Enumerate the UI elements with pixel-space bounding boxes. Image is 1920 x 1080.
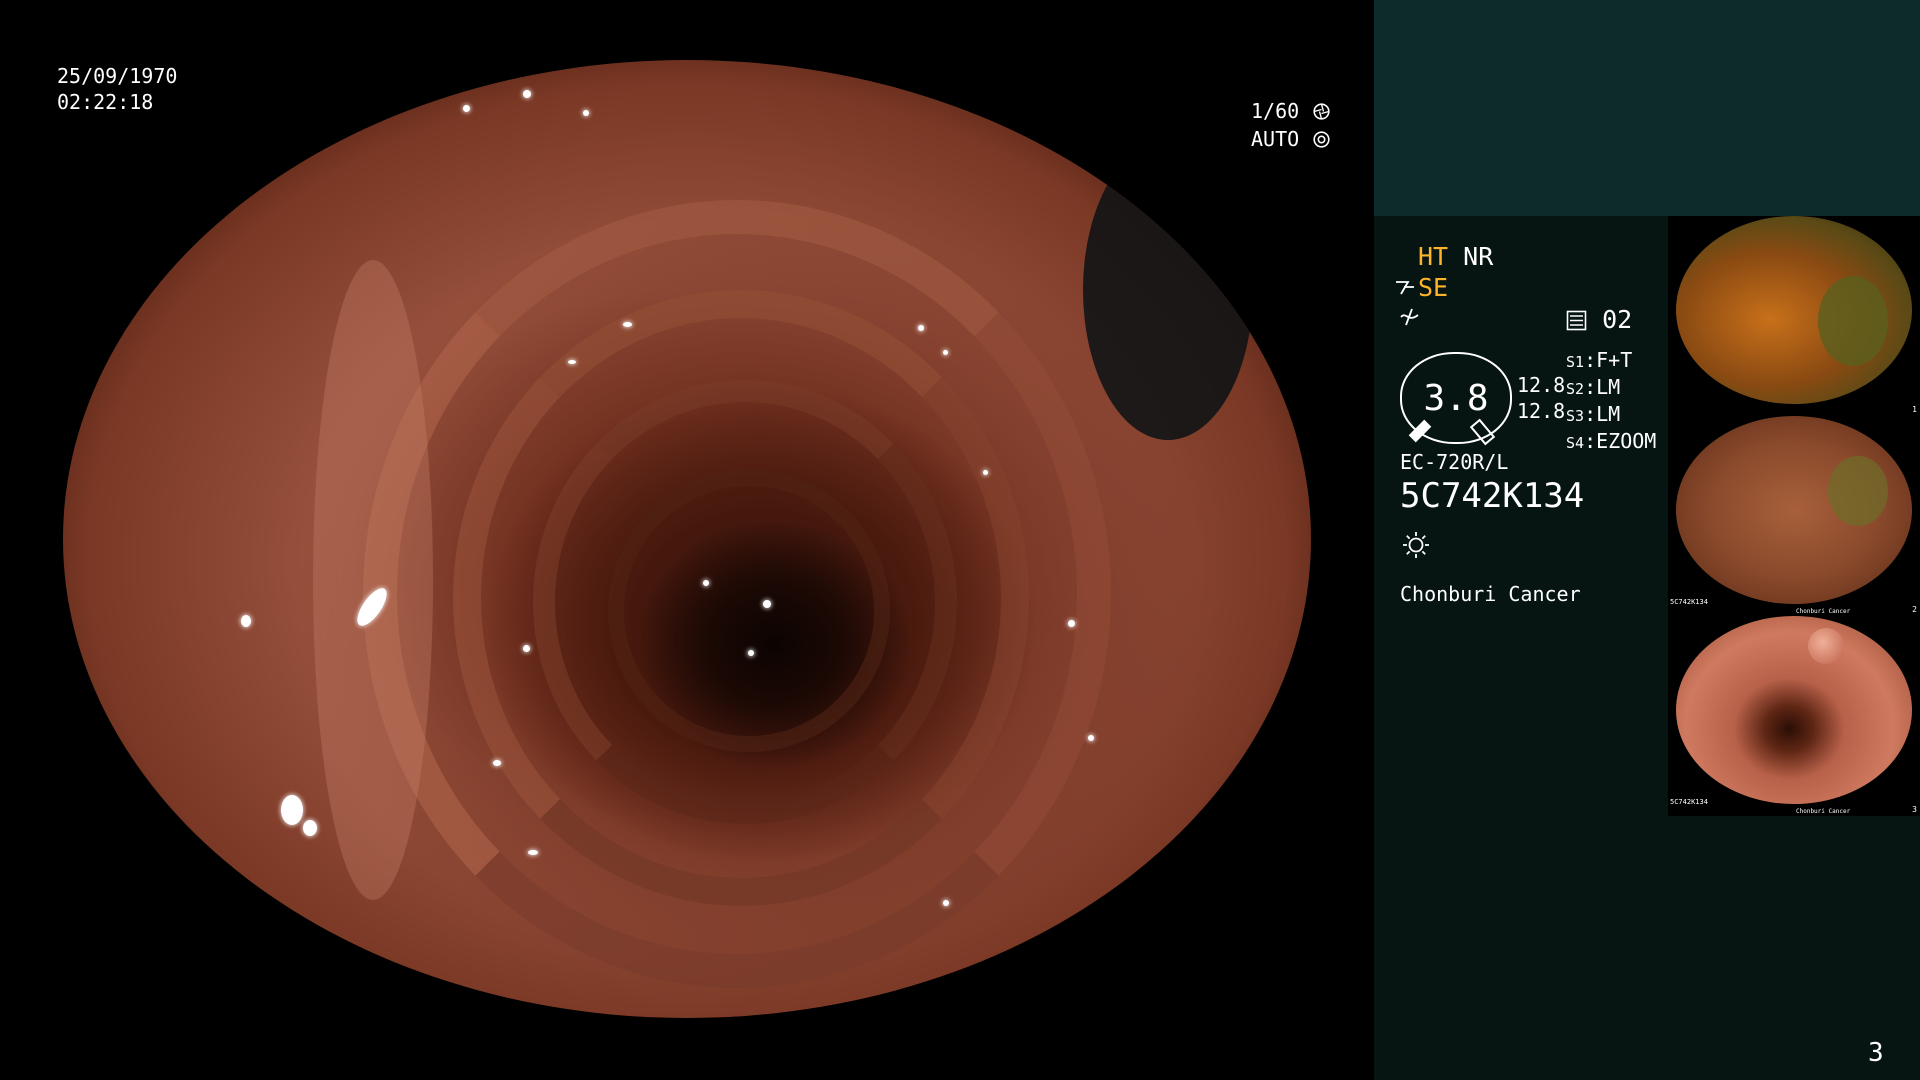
- thumbnail-caption: Chonburi Cancer: [1796, 608, 1851, 615]
- switch-row: S2:LM: [1566, 375, 1621, 399]
- specular-highlight: [568, 360, 576, 364]
- specular-highlight: [943, 350, 948, 355]
- gauge-side-value-1: 12.8: [1517, 373, 1566, 397]
- memory-icon: [1566, 310, 1587, 331]
- specular-highlight: [918, 325, 924, 331]
- thumbnail-index: 3: [1912, 805, 1917, 814]
- specular-highlight: [1088, 735, 1094, 741]
- memory-counter: 02: [1566, 305, 1632, 335]
- specular-highlight: [493, 760, 501, 766]
- thumbnail-serial: 5C742K134: [1670, 798, 1708, 806]
- shutter-readout: 1/60: [1251, 98, 1330, 124]
- specular-highlight: [623, 322, 632, 327]
- capture-time: 02:22:18: [57, 90, 154, 114]
- thumbnail-serial: 5C742K134: [1670, 598, 1708, 606]
- specular-highlight: [1068, 620, 1075, 627]
- specular-highlight: [983, 470, 988, 475]
- specular-highlight: [343, 95, 351, 103]
- specular-highlight: [241, 615, 251, 627]
- se-label: SE: [1418, 273, 1449, 302]
- specular-highlight: [403, 85, 409, 91]
- freeze-icon: [1400, 308, 1419, 326]
- switch-key: S1: [1566, 353, 1585, 371]
- info-panel-header-block: [1374, 0, 1920, 216]
- specular-highlight: [523, 645, 530, 652]
- iris-mode: AUTO: [1251, 127, 1300, 151]
- specular-highlight: [763, 600, 771, 608]
- thumbnail-index: 1: [1912, 405, 1917, 414]
- specular-highlight: [528, 850, 538, 855]
- mode-line-ht-nr: HT NR: [1418, 242, 1493, 272]
- outer-fold-highlight: [313, 260, 433, 900]
- mode-line-se: SE: [1394, 273, 1448, 303]
- switch-value: EZOOM: [1596, 429, 1657, 453]
- mucosal-fold: [608, 470, 890, 752]
- thumbnail-3[interactable]: 5C742K134 Chonburi Cancer 3: [1668, 616, 1920, 816]
- switch-key: S3: [1566, 407, 1585, 425]
- thumbnail-caption: Chonburi Cancer: [1796, 808, 1851, 815]
- thumbnail-bile-region: [1818, 276, 1888, 366]
- specular-highlight: [583, 110, 589, 116]
- ht-label: HT: [1418, 242, 1449, 271]
- thumbnail-bile-region: [1828, 456, 1888, 526]
- gauge-side-value-2: 12.8: [1517, 399, 1566, 423]
- specular-highlight: [273, 930, 285, 942]
- shutter-icon: [1313, 103, 1330, 120]
- page-number: 3: [1868, 1038, 1884, 1068]
- endoscopic-image: [63, 60, 1311, 1018]
- iris-readout: AUTO: [1251, 126, 1330, 152]
- specular-highlight: [748, 650, 754, 656]
- specular-highlight: [523, 90, 531, 98]
- institution-name: Chonburi Cancer: [1400, 582, 1581, 606]
- switch-key: S2: [1566, 380, 1585, 398]
- thumbnail-index: 2: [1912, 605, 1917, 614]
- switch-list: S1:F+T S2:LM S3:LM S4:EZOOM: [1566, 348, 1656, 456]
- specular-highlight: [303, 820, 317, 836]
- thumbnail-image: [1676, 616, 1912, 804]
- thumbnail-polyp: [1808, 628, 1844, 664]
- specular-highlight: [943, 900, 949, 906]
- switch-value: LM: [1596, 375, 1621, 399]
- capture-date: 25/09/1970: [57, 64, 178, 88]
- iris-icon: [1313, 131, 1330, 148]
- specular-highlight: [281, 795, 303, 825]
- specular-highlight: [463, 105, 470, 112]
- light-icon-wrap: [1401, 530, 1431, 564]
- switch-key: S4: [1566, 434, 1585, 452]
- scope-model: EC-720R/L: [1400, 450, 1509, 474]
- light-icon: [1403, 532, 1429, 558]
- specular-highlight: [703, 580, 709, 586]
- counter-value: 02: [1602, 305, 1633, 334]
- shutter-value: 1/60: [1251, 99, 1300, 123]
- freeze-icon-wrap: [1398, 305, 1422, 333]
- scope-serial: 5C742K134: [1400, 476, 1585, 516]
- thumbnail-1[interactable]: 1: [1668, 216, 1920, 416]
- switch-row: S3:LM: [1566, 402, 1621, 426]
- switch-value: LM: [1596, 402, 1621, 426]
- switch-row: S4:EZOOM: [1566, 429, 1657, 453]
- enhance-icon: [1396, 281, 1414, 295]
- gauge-value: 3.8: [1423, 377, 1489, 419]
- switch-row: S1:F+T: [1566, 348, 1633, 372]
- thumbnail-2[interactable]: 5C742K134 Chonburi Cancer 2: [1668, 416, 1920, 616]
- nr-label: NR: [1463, 242, 1494, 271]
- switch-value: F+T: [1596, 348, 1633, 372]
- shadow-region: [1083, 140, 1253, 440]
